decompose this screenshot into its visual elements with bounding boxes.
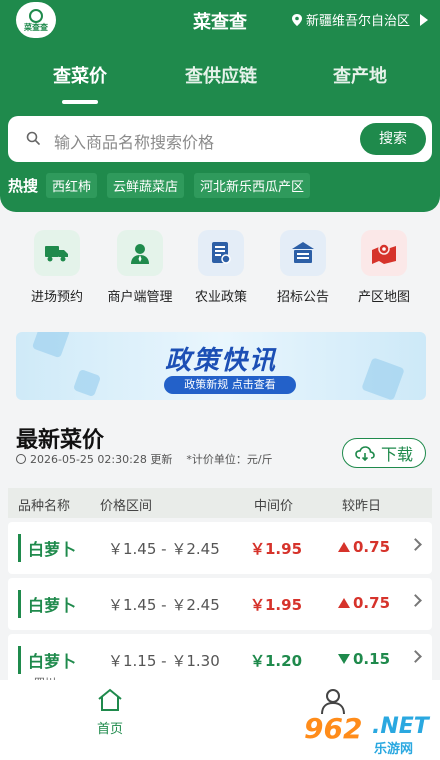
up-arrow-icon bbox=[338, 598, 350, 608]
watermark-number: 962 bbox=[304, 712, 363, 745]
mid-price: ￥1.20 bbox=[250, 652, 303, 670]
row-accent bbox=[18, 534, 21, 562]
merchant-icon bbox=[117, 230, 163, 276]
price-change: 0.75 bbox=[338, 594, 390, 612]
search-icon bbox=[26, 131, 40, 145]
section-title: 最新菜价 bbox=[16, 428, 105, 453]
chevron-right-icon bbox=[409, 538, 422, 551]
mid-price: ￥1.95 bbox=[250, 596, 303, 614]
price-range: ￥1.45 - ￥2.45 bbox=[108, 540, 220, 558]
policy-doc-icon bbox=[198, 230, 244, 276]
price-change: 0.15 bbox=[338, 650, 390, 668]
nav-home[interactable]: 首页 bbox=[92, 688, 128, 737]
watermark-logo: 962 .NET 乐游网 bbox=[304, 712, 432, 757]
play-arrow-icon bbox=[420, 13, 428, 26]
change-value: 0.75 bbox=[353, 538, 391, 556]
announcement-icon bbox=[280, 230, 326, 276]
hot-chip[interactable]: 河北新乐西瓜产区 bbox=[194, 172, 311, 198]
home-icon bbox=[98, 688, 122, 711]
update-time: 2026-05-25 02:30:28 更新 bbox=[30, 453, 173, 466]
col-header: 较昨日 bbox=[342, 499, 382, 514]
download-label: 下载 bbox=[380, 445, 413, 464]
item-name: 白萝卜 bbox=[28, 540, 77, 559]
quick-menu: 进场预约 商户端管理 农业政策 招标公告 产区地图 bbox=[0, 230, 440, 310]
row-accent bbox=[18, 646, 21, 674]
main-tabs: 查菜价 查供应链 查产地 bbox=[0, 62, 440, 102]
col-header: 价格区间 bbox=[100, 499, 153, 514]
table-row[interactable]: 白萝卜 四川 ￥1.15 - ￥1.30 ￥1.20 0.15 bbox=[8, 634, 432, 684]
change-value: 0.75 bbox=[353, 594, 391, 612]
cloud-download-icon bbox=[355, 446, 375, 461]
menu-label: 商户端管理 bbox=[107, 290, 173, 305]
tab-origin[interactable]: 查产地 bbox=[290, 62, 430, 88]
chevron-right-icon bbox=[409, 594, 422, 607]
location-label: 新疆维吾尔自治区 bbox=[305, 14, 410, 29]
menu-label: 招标公告 bbox=[276, 290, 329, 305]
menu-item-tender[interactable]: 招标公告 bbox=[260, 230, 346, 305]
hot-chip[interactable]: 西红柿 bbox=[46, 172, 98, 198]
table-row[interactable]: 白萝卜 ￥1.45 - ￥2.45 ￥1.95 0.75 bbox=[8, 522, 432, 574]
update-info: 2026-05-25 02:30:28 更新 *计价单位：元/斤 bbox=[16, 451, 273, 467]
top-bar: 菜查查 菜查查 新疆维吾尔自治区 bbox=[0, 0, 440, 42]
price-table-header: 品种名称 价格区间 中间价 较昨日 bbox=[8, 488, 432, 518]
price-unit: *计价单位：元/斤 bbox=[186, 453, 273, 466]
col-header: 品种名称 bbox=[18, 499, 71, 514]
menu-item-agri-policy[interactable]: 农业政策 bbox=[178, 230, 264, 305]
menu-item-merchant[interactable]: 商户端管理 bbox=[97, 230, 183, 305]
down-arrow-icon bbox=[338, 654, 350, 664]
download-button[interactable]: 下载 bbox=[342, 438, 426, 468]
search-input[interactable]: 输入商品名称搜索价格 bbox=[54, 129, 214, 153]
search-button[interactable]: 搜索 bbox=[360, 123, 426, 155]
banner-title: 政策快讯 bbox=[164, 346, 277, 376]
menu-label: 农业政策 bbox=[194, 290, 247, 305]
menu-label: 进场预约 bbox=[30, 290, 83, 305]
hot-search: 热搜 西红柿 云鲜蔬菜店 河北新乐西瓜产区 bbox=[8, 172, 320, 198]
row-accent bbox=[18, 590, 21, 618]
item-name: 白萝卜 bbox=[28, 596, 77, 615]
price-range: ￥1.15 - ￥1.30 bbox=[108, 652, 220, 670]
search-bar: 输入商品名称搜索价格 搜索 bbox=[8, 116, 432, 162]
location-pin-icon bbox=[291, 13, 302, 26]
nav-home-label: 首页 bbox=[96, 722, 123, 737]
chevron-right-icon bbox=[409, 650, 422, 663]
location-selector[interactable]: 新疆维吾尔自治区 bbox=[291, 10, 428, 29]
menu-item-entry-booking[interactable]: 进场预约 bbox=[14, 230, 100, 305]
col-header: 中间价 bbox=[254, 499, 294, 514]
mid-price: ￥1.95 bbox=[250, 540, 303, 558]
policy-news-banner[interactable]: 政策快讯 政策新规 点击查看 bbox=[16, 332, 426, 400]
price-range: ￥1.45 - ￥2.45 bbox=[108, 596, 220, 614]
banner-subtitle: 政策新规 点击查看 bbox=[164, 376, 296, 394]
active-tab-indicator bbox=[62, 100, 98, 104]
watermark-net: .NET bbox=[372, 714, 429, 739]
map-icon bbox=[361, 230, 407, 276]
watermark-site: 乐游网 bbox=[374, 742, 414, 757]
tab-supply-chain[interactable]: 查供应链 bbox=[151, 62, 291, 88]
truck-icon bbox=[34, 230, 80, 276]
menu-item-origin-map[interactable]: 产区地图 bbox=[341, 230, 427, 305]
menu-label: 产区地图 bbox=[357, 290, 410, 305]
price-change: 0.75 bbox=[338, 538, 390, 556]
change-value: 0.15 bbox=[353, 650, 391, 668]
hot-search-label: 热搜 bbox=[8, 176, 39, 195]
up-arrow-icon bbox=[338, 542, 350, 552]
clock-icon bbox=[16, 454, 26, 464]
tab-vegetable-price[interactable]: 查菜价 bbox=[10, 62, 150, 88]
item-name: 白萝卜 bbox=[28, 652, 77, 671]
user-icon bbox=[321, 689, 345, 715]
hot-chip[interactable]: 云鲜蔬菜店 bbox=[107, 172, 185, 198]
table-row[interactable]: 白萝卜 ￥1.45 - ￥2.45 ￥1.95 0.75 bbox=[8, 578, 432, 630]
